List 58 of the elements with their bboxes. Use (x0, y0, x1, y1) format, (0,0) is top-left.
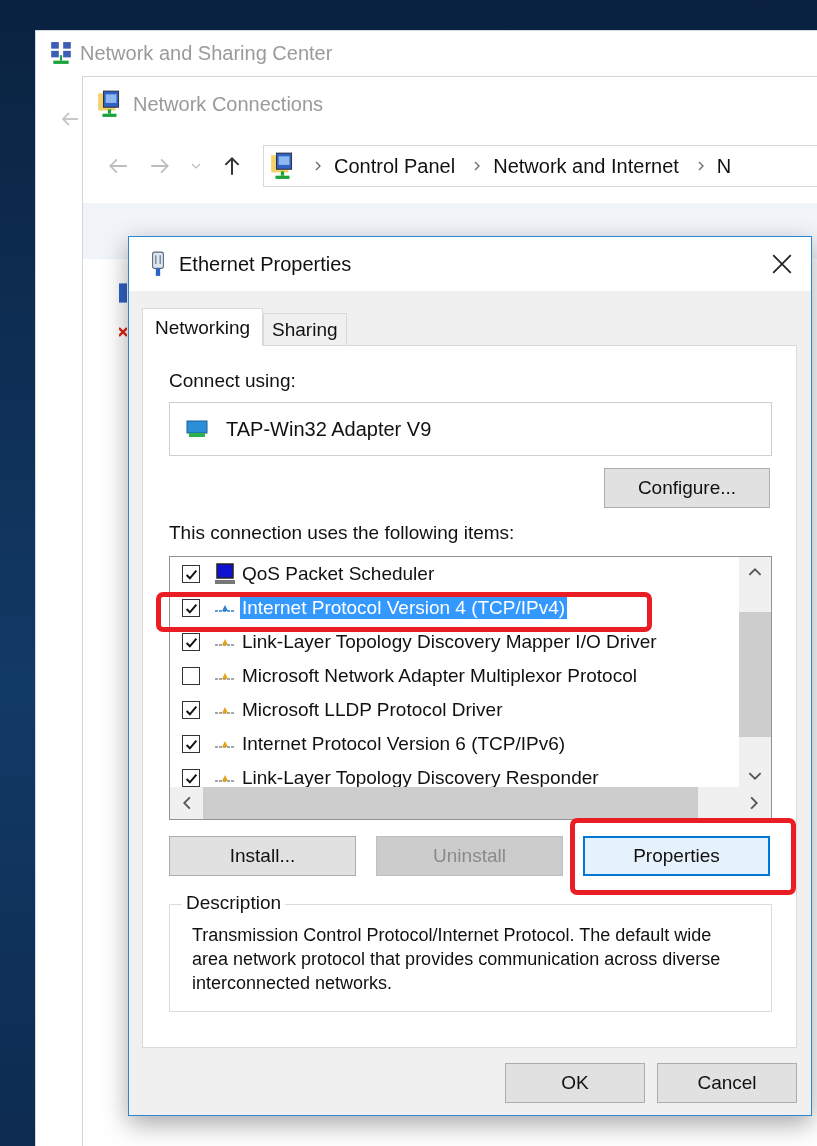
protocol-icon (214, 774, 236, 782)
checkmark-icon (184, 703, 198, 717)
checkbox[interactable] (182, 599, 200, 617)
configure-button[interactable]: Configure... (604, 468, 770, 508)
scroll-up-icon[interactable] (748, 567, 762, 576)
list-item[interactable]: Microsoft Network Adapter Multiplexor Protocol (240, 665, 639, 687)
protocol-icon (214, 740, 236, 748)
chevron-right-icon (314, 161, 322, 171)
protocol-icon (214, 604, 236, 612)
breadcrumb[interactable]: Network and Internet (493, 154, 679, 178)
protocol-icon (214, 672, 236, 680)
dialog-title: Ethernet Properties (179, 252, 353, 276)
close-icon[interactable] (771, 253, 793, 275)
checkmark-icon (184, 567, 198, 581)
scroll-right-icon[interactable] (750, 796, 759, 810)
dialog-button[interactable]: OK (505, 1063, 645, 1103)
scroll-down-icon[interactable] (748, 772, 762, 781)
window-title: Network Connections (133, 92, 324, 116)
checkbox[interactable] (182, 735, 200, 753)
monitor-icon (214, 563, 236, 585)
network-adapter-icon (119, 281, 127, 305)
network-card-icon (186, 418, 208, 440)
breadcrumb[interactable]: Control Panel (334, 154, 456, 178)
checkbox[interactable] (182, 701, 200, 719)
vertical-scrollbar[interactable] (739, 557, 771, 787)
checkbox[interactable] (182, 667, 200, 685)
address-bar[interactable]: Control Panel Network and Internet N (263, 145, 817, 187)
checkmark-icon (184, 601, 198, 615)
protocol-icon (214, 706, 236, 714)
network-icon (50, 41, 72, 65)
list-item[interactable]: Microsoft LLDP Protocol Driver (240, 699, 505, 721)
action-button[interactable]: Properties (583, 836, 770, 876)
tab[interactable]: Networking (142, 308, 264, 346)
horizontal-scrollbar[interactable] (170, 787, 771, 819)
window-title: Network and Sharing Center (80, 41, 333, 65)
checkbox[interactable] (182, 633, 200, 651)
error-icon (119, 325, 127, 339)
dialog-button[interactable]: Cancel (657, 1063, 797, 1103)
action-button[interactable]: Install... (169, 836, 356, 876)
checkbox[interactable] (182, 565, 200, 583)
description-text: Transmission Control Protocol/Internet Protocol. The default wide area network protocol that provides communication across diverse interconnected networks. (192, 924, 722, 995)
tab[interactable]: Sharing (263, 313, 347, 345)
list-item[interactable]: Link-Layer Topology Discovery Mapper I/O Driver (240, 631, 659, 653)
ethernet-plug-icon (151, 251, 165, 277)
checkmark-icon (184, 771, 198, 785)
list-item[interactable]: QoS Packet Scheduler (240, 563, 437, 585)
list-item[interactable]: Internet Protocol Version 6 (TCP/IPv6) (240, 733, 568, 755)
chevron-right-icon (473, 161, 482, 171)
scroll-left-icon[interactable] (182, 796, 191, 810)
protocol-icon (214, 638, 236, 646)
field-label: Connect using: (169, 370, 297, 392)
adapter-name: TAP-Win32 Adapter V9 (226, 417, 432, 441)
checkbox[interactable] (182, 769, 200, 787)
checkmark-icon (184, 635, 198, 649)
list-label: This connection uses the following items: (169, 522, 516, 544)
breadcrumb[interactable]: N (716, 154, 732, 178)
checkmark-icon (184, 737, 198, 751)
chevron-right-icon (696, 161, 705, 171)
